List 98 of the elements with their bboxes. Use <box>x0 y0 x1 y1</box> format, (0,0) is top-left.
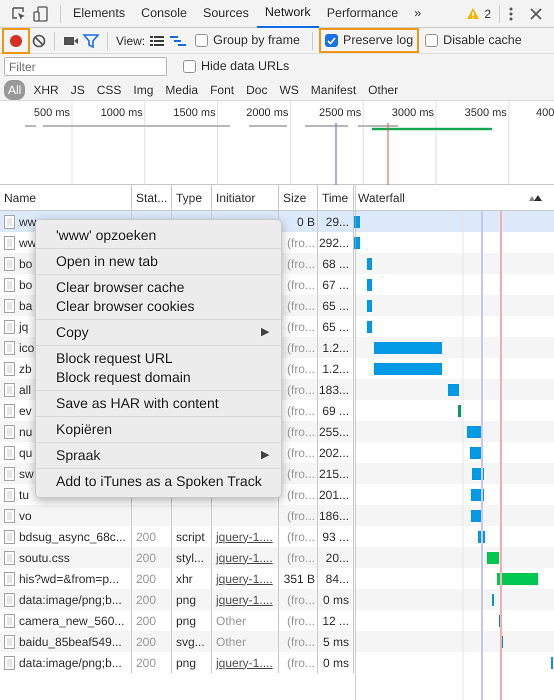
cell-size: (fro... <box>286 256 315 272</box>
cell-time: 65 ... <box>322 318 349 336</box>
cell-initiator: jquery-1.... <box>216 570 273 588</box>
request-name: bo <box>19 276 32 294</box>
cell-initiator: jquery-1.... <box>216 654 273 672</box>
cell-size: (fro... <box>286 298 315 314</box>
tick-label: 1500 ms <box>173 106 216 121</box>
request-name: ev <box>19 402 32 420</box>
request-name: tu <box>19 486 30 504</box>
cell-time: 183... <box>318 382 349 398</box>
cell-size: (fro... <box>286 402 315 420</box>
request-name: soutu.css <box>19 550 70 566</box>
cell-time: 0 ms <box>322 654 349 672</box>
tick-label: 2500 ms <box>319 106 362 121</box>
cell-status: 200 <box>136 634 156 650</box>
cell-size: (fro... <box>286 340 315 356</box>
cell-size: (fro... <box>286 318 315 336</box>
request-name: zb <box>19 360 32 378</box>
cell-time: 67 ... <box>322 276 349 294</box>
cell-time: 29... <box>326 214 349 230</box>
cell-size: (fro... <box>286 486 315 504</box>
cell-size: (fro... <box>286 550 315 566</box>
cell-time: 255... <box>318 424 349 440</box>
request-name: data:image/png;b... <box>19 654 122 672</box>
request-name: ico <box>19 340 34 356</box>
cell-size: (fro... <box>286 634 315 650</box>
cell-time: 0 ms <box>322 592 349 608</box>
request-name: bo <box>19 256 32 272</box>
warning-count: 2 <box>484 6 491 22</box>
cell-type: png <box>176 612 196 630</box>
cell-size: (fro... <box>286 234 315 252</box>
cell-time: 12 ... <box>322 612 349 630</box>
request-name: nu <box>19 424 32 440</box>
request-name: ww <box>19 214 36 230</box>
cell-size: 0 B <box>296 214 315 230</box>
cell-initiator: jquery-1.... <box>216 592 273 608</box>
cell-time: 84... <box>326 570 349 588</box>
cell-status: 200 <box>136 570 156 588</box>
cell-initiator: jquery-1.... <box>216 528 273 546</box>
cell-type: styl... <box>176 550 204 566</box>
submenu-arrow-icon: ▶ <box>261 323 269 342</box>
cell-type: png <box>176 592 196 608</box>
cell-time: 20... <box>326 550 349 566</box>
cell-size: (fro... <box>286 424 315 440</box>
request-name: baidu_85beaf549... <box>19 634 122 650</box>
cell-status: 200 <box>136 528 156 546</box>
cell-time: 1.2... <box>322 340 349 356</box>
cell-initiator: jquery-1.... <box>216 550 273 566</box>
tick-label: 3000 ms <box>392 106 434 121</box>
cell-type: png <box>176 654 196 672</box>
tick-label: 3500 ms <box>464 106 507 121</box>
cell-time: 69 ... <box>322 402 349 420</box>
cell-size: 351 B <box>284 570 315 588</box>
cell-time: 202... <box>318 444 349 462</box>
request-name: all <box>19 382 32 398</box>
tick-label: 2000 ms <box>246 106 288 121</box>
tick-label: 400 <box>536 106 554 121</box>
request-name: ba <box>19 298 32 314</box>
tick-label: 500 ms <box>34 106 70 121</box>
cell-type: script <box>176 528 205 546</box>
cell-size: (fro... <box>286 360 315 378</box>
view-label: View: <box>116 32 146 50</box>
request-name: qu <box>19 444 32 462</box>
tick-label: 1000 ms <box>100 106 143 121</box>
cell-status: 200 <box>136 550 156 566</box>
cell-size: (fro... <box>286 528 315 546</box>
cell-time: 1.2... <box>322 360 349 378</box>
cell-status: 200 <box>136 592 156 608</box>
cell-time: 68 ... <box>322 256 349 272</box>
cell-type: svg... <box>176 634 205 650</box>
cell-time: 5 ms <box>322 634 349 650</box>
cell-size: (fro... <box>286 466 315 482</box>
request-name: his?wd=&from=p... <box>19 570 120 588</box>
cell-size: (fro... <box>286 508 315 524</box>
cell-size: (fro... <box>286 654 315 672</box>
cell-size: (fro... <box>286 612 315 630</box>
cell-time: 186... <box>318 508 349 524</box>
request-name: data:image/png;b... <box>19 592 122 608</box>
request-name: jq <box>19 318 28 336</box>
cell-time: 93 ... <box>322 528 349 546</box>
request-name: sw <box>19 466 34 482</box>
cell-time: 215... <box>318 466 349 482</box>
request-name: camera_new_560... <box>19 612 124 630</box>
cell-initiator: Other <box>216 634 246 650</box>
request-name: vo <box>19 508 32 524</box>
cell-size: (fro... <box>286 444 315 462</box>
cell-type: xhr <box>176 570 193 588</box>
cell-size: (fro... <box>286 276 315 294</box>
cell-size: (fro... <box>286 382 315 398</box>
cell-size: (fro... <box>286 592 315 608</box>
cell-time: 292... <box>318 234 349 252</box>
submenu-arrow-icon: ▶ <box>261 446 269 465</box>
cell-status: 200 <box>136 612 156 630</box>
cell-time: 201... <box>318 486 349 504</box>
cell-initiator: Other <box>216 612 246 630</box>
cell-status: 200 <box>136 654 156 672</box>
cell-time: 65 ... <box>322 298 349 314</box>
request-name: bdsug_async_68c... <box>19 528 126 546</box>
